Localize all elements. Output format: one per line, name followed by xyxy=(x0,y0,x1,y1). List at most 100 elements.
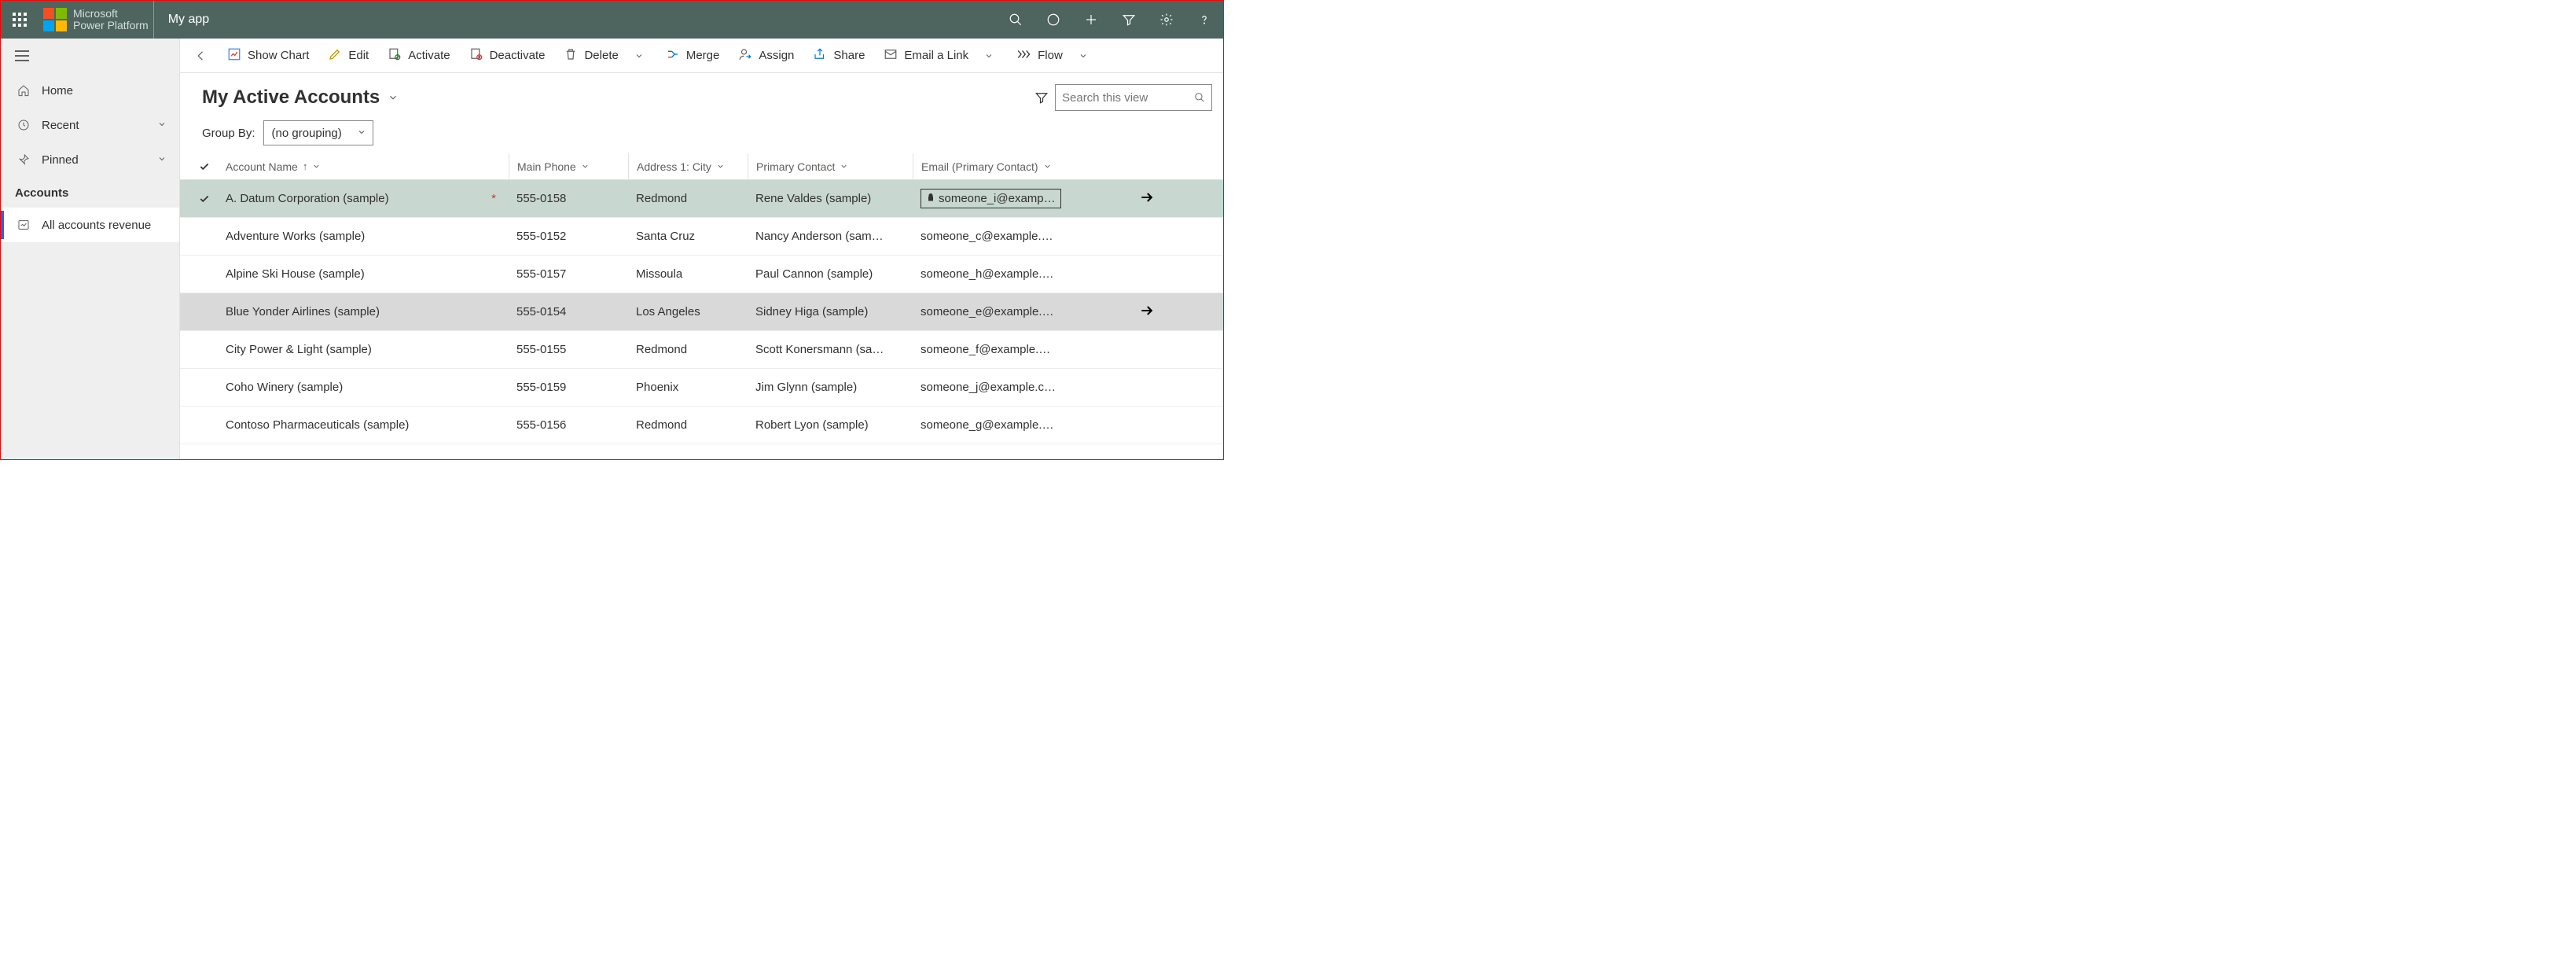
settings-icon[interactable] xyxy=(1148,1,1185,39)
column-header-main-phone[interactable]: Main Phone xyxy=(509,153,628,179)
task-icon[interactable] xyxy=(1034,1,1072,39)
cell-main-phone[interactable]: 555-0159 xyxy=(509,381,628,394)
delete-split-button[interactable] xyxy=(628,51,650,61)
cell-main-phone[interactable]: 555-0158 xyxy=(509,192,628,205)
delete-button[interactable]: Delete xyxy=(554,39,627,73)
cell-account-name[interactable]: City Power & Light (sample) xyxy=(218,343,509,356)
table-row[interactable]: Blue Yonder Airlines (sample)555-0154Los… xyxy=(180,293,1223,331)
row-open-arrow[interactable] xyxy=(1078,303,1170,322)
sidebar-group-label: Accounts xyxy=(1,177,179,208)
flow-split-button[interactable] xyxy=(1072,51,1094,61)
back-button[interactable] xyxy=(185,39,218,73)
search-icon[interactable] xyxy=(997,1,1034,39)
cell-city[interactable]: Redmond xyxy=(628,343,748,356)
help-icon[interactable] xyxy=(1185,1,1223,39)
brand-line-2: Power Platform xyxy=(73,20,149,31)
cell-email[interactable]: someone_h@example.… xyxy=(913,267,1078,281)
table-row[interactable]: Coho Winery (sample)555-0159PhoenixJim G… xyxy=(180,369,1223,407)
cell-primary-contact[interactable]: Paul Cannon (sample) xyxy=(748,267,913,281)
table-row[interactable]: A. Datum Corporation (sample)*555-0158Re… xyxy=(180,180,1223,218)
cell-main-phone[interactable]: 555-0157 xyxy=(509,267,628,281)
table-row[interactable]: Alpine Ski House (sample)555-0157Missoul… xyxy=(180,256,1223,293)
deactivate-button[interactable]: Deactivate xyxy=(460,39,555,73)
cell-main-phone[interactable]: 555-0154 xyxy=(509,305,628,318)
column-label: Email (Primary Contact) xyxy=(921,160,1038,173)
sidebar-item-home[interactable]: Home xyxy=(1,73,179,108)
table-row[interactable]: Contoso Pharmaceuticals (sample)555-0156… xyxy=(180,407,1223,444)
cell-account-name[interactable]: Blue Yonder Airlines (sample) xyxy=(218,305,509,318)
cell-primary-contact[interactable]: Scott Konersmann (sa… xyxy=(748,343,913,356)
cell-city[interactable]: Missoula xyxy=(628,267,748,281)
cell-primary-contact[interactable]: Robert Lyon (sample) xyxy=(748,418,913,432)
group-by-label: Group By: xyxy=(202,127,255,140)
assign-button[interactable]: Assign xyxy=(729,39,803,73)
cell-city[interactable]: Los Angeles xyxy=(628,305,748,318)
chevron-down-icon xyxy=(157,119,167,132)
column-header-account-name[interactable]: Account Name ↑ xyxy=(218,153,509,179)
brand: Microsoft Power Platform xyxy=(39,1,154,39)
filter-button[interactable] xyxy=(1028,90,1055,105)
view-selector[interactable]: My Active Accounts xyxy=(202,86,399,109)
select-all-checkbox[interactable] xyxy=(191,161,218,172)
cell-account-name[interactable]: Contoso Pharmaceuticals (sample) xyxy=(218,418,509,432)
group-by-value: (no grouping) xyxy=(272,127,342,140)
app-launcher-button[interactable] xyxy=(1,1,39,39)
cell-email[interactable]: someone_f@example.… xyxy=(913,343,1078,356)
sidebar-item-recent[interactable]: Recent xyxy=(1,108,179,142)
table-row[interactable]: City Power & Light (sample)555-0155Redmo… xyxy=(180,331,1223,369)
share-button[interactable]: Share xyxy=(803,39,874,73)
cell-main-phone[interactable]: 555-0155 xyxy=(509,343,628,356)
app-header: Microsoft Power Platform My app xyxy=(1,1,1223,39)
cell-email[interactable]: someone_j@example.c… xyxy=(913,381,1078,394)
cell-account-name[interactable]: Adventure Works (sample) xyxy=(218,230,509,243)
main-area: Show Chart Edit Activate Deactivate Dele… xyxy=(180,39,1223,459)
brand-line-1: Microsoft xyxy=(73,8,149,20)
microsoft-logo-icon xyxy=(43,8,67,31)
merge-button[interactable]: Merge xyxy=(656,39,729,73)
filter-icon[interactable] xyxy=(1110,1,1148,39)
edit-button[interactable]: Edit xyxy=(318,39,378,73)
cell-email[interactable]: someone_i@examp… xyxy=(913,189,1078,208)
pin-icon xyxy=(15,153,32,166)
cell-city[interactable]: Santa Cruz xyxy=(628,230,748,243)
cell-primary-contact[interactable]: Nancy Anderson (sam… xyxy=(748,230,913,243)
add-icon[interactable] xyxy=(1072,1,1110,39)
cell-main-phone[interactable]: 555-0156 xyxy=(509,418,628,432)
cell-primary-contact[interactable]: Jim Glynn (sample) xyxy=(748,381,913,394)
cell-city[interactable]: Phoenix xyxy=(628,381,748,394)
column-header-email[interactable]: Email (Primary Contact) xyxy=(913,153,1078,179)
sidebar-item-all-accounts-revenue[interactable]: All accounts revenue xyxy=(1,208,179,242)
cell-email[interactable]: someone_e@example.… xyxy=(913,305,1078,318)
cell-city[interactable]: Redmond xyxy=(628,418,748,432)
show-chart-button[interactable]: Show Chart xyxy=(218,39,318,73)
cmd-label: Merge xyxy=(686,49,720,62)
trash-icon xyxy=(564,47,578,64)
search-input[interactable] xyxy=(1062,91,1189,105)
row-checkbox[interactable] xyxy=(191,193,218,204)
cell-account-name[interactable]: Coho Winery (sample) xyxy=(218,381,509,394)
cell-email[interactable]: someone_g@example.… xyxy=(913,418,1078,432)
column-header-primary-contact[interactable]: Primary Contact xyxy=(748,153,913,179)
group-by-select[interactable]: (no grouping) xyxy=(263,120,373,145)
email-link-split-button[interactable] xyxy=(978,51,1000,61)
cell-email[interactable]: someone_c@example.… xyxy=(913,230,1078,243)
column-header-city[interactable]: Address 1: City xyxy=(628,153,748,179)
activate-button[interactable]: Activate xyxy=(378,39,459,73)
cell-city[interactable]: Redmond xyxy=(628,192,748,205)
home-icon xyxy=(15,84,32,97)
email-link-button[interactable]: Email a Link xyxy=(874,39,978,73)
flow-button[interactable]: Flow xyxy=(1006,39,1072,73)
sidebar-toggle-button[interactable] xyxy=(1,39,179,73)
cell-account-name[interactable]: A. Datum Corporation (sample)* xyxy=(218,192,509,205)
column-label: Primary Contact xyxy=(756,160,835,173)
app-name[interactable]: My app xyxy=(154,13,223,27)
sidebar-item-pinned[interactable]: Pinned xyxy=(1,142,179,177)
search-view-box[interactable] xyxy=(1055,84,1212,111)
cell-main-phone[interactable]: 555-0152 xyxy=(509,230,628,243)
table-row[interactable]: Adventure Works (sample)555-0152Santa Cr… xyxy=(180,218,1223,256)
row-open-arrow[interactable] xyxy=(1078,190,1170,208)
cell-account-name[interactable]: Alpine Ski House (sample) xyxy=(218,267,509,281)
cell-primary-contact[interactable]: Sidney Higa (sample) xyxy=(748,305,913,318)
sidebar-item-label: Pinned xyxy=(42,153,79,167)
cell-primary-contact[interactable]: Rene Valdes (sample) xyxy=(748,192,913,205)
